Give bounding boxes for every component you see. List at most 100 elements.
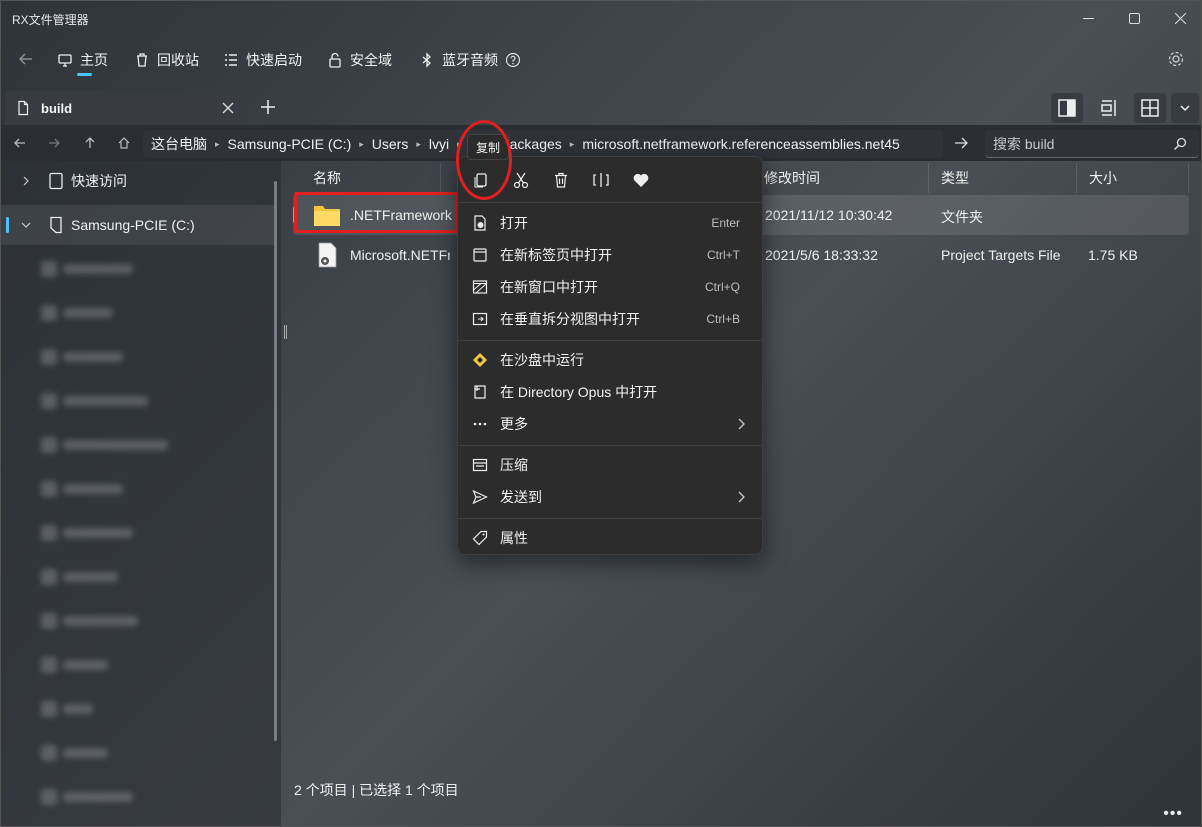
- menu-item-open-split-view[interactable]: 在垂直拆分视图中打开 Ctrl+B: [462, 303, 760, 335]
- details-layout-button[interactable]: [1093, 93, 1125, 123]
- menu-item-send-to[interactable]: 发送到: [462, 481, 760, 513]
- forward-arrow-icon: [49, 138, 60, 148]
- toolbar-item-label: 安全域: [350, 52, 392, 68]
- menu-item-open[interactable]: 打开 Enter: [462, 207, 760, 239]
- maximize-icon: [1128, 12, 1140, 24]
- delete-icon: [555, 172, 567, 188]
- blurred-folder-item[interactable]: [41, 655, 171, 675]
- home-icon: [118, 137, 130, 149]
- rename-button[interactable]: [586, 167, 616, 193]
- file-type: 文件夹: [941, 209, 983, 225]
- favorite-button[interactable]: [626, 167, 656, 193]
- breadcrumb-item[interactable]: 这台电脑: [151, 134, 207, 154]
- toolbar-recycle-bin-button[interactable]: 回收站: [134, 48, 199, 72]
- search-input[interactable]: [993, 136, 1163, 152]
- layout-options-dropdown[interactable]: [1171, 93, 1199, 123]
- tab-build[interactable]: build: [5, 91, 245, 125]
- menu-item-more[interactable]: 更多: [462, 408, 760, 440]
- blurred-folder-item[interactable]: [41, 567, 171, 587]
- toolbar-quick-launch-button[interactable]: 快速启动: [223, 48, 302, 72]
- blurred-folder-item[interactable]: [41, 611, 171, 631]
- nav-forward-button[interactable]: [41, 129, 67, 157]
- blurred-folder-item[interactable]: [41, 259, 171, 279]
- toolbar-bluetooth-audio-button[interactable]: 蓝牙音频: [419, 48, 521, 72]
- compress-icon: [472, 458, 488, 472]
- menu-item-open-new-tab[interactable]: 在新标签页中打开 Ctrl+T: [462, 239, 760, 271]
- breadcrumb-item[interactable]: microsoft.netframework.referenceassembli…: [582, 136, 899, 152]
- menu-item-label: 在新标签页中打开: [500, 247, 612, 263]
- breadcrumb-separator-icon[interactable]: ▸: [570, 139, 575, 150]
- send-to-icon: [472, 489, 488, 505]
- blurred-folder-item[interactable]: [41, 303, 171, 323]
- blurred-folder-item[interactable]: [41, 479, 171, 499]
- menu-item-shortcut: Ctrl+B: [706, 312, 740, 326]
- chevron-down-icon[interactable]: [21, 220, 31, 230]
- grid-layout-button[interactable]: [1134, 93, 1166, 123]
- blurred-folder-item[interactable]: [41, 699, 171, 719]
- pane-splitter-handle[interactable]: [284, 325, 287, 339]
- sidebar-item-samsung-pcie[interactable]: Samsung-PCIE (C:): [1, 205, 277, 245]
- minimize-icon: [1082, 17, 1094, 19]
- main-toolbar: 主页 回收站 快速启动 安全域 蓝牙音频: [1, 43, 1201, 76]
- column-header-size[interactable]: 大小: [1079, 163, 1189, 193]
- drive-icon: [50, 216, 62, 234]
- secure-area-icon: [329, 52, 341, 68]
- add-tab-icon[interactable]: [259, 98, 277, 116]
- chevron-right-icon[interactable]: [21, 176, 31, 186]
- search-icon[interactable]: [1173, 137, 1187, 151]
- go-arrow-icon[interactable]: [953, 135, 969, 151]
- context-menu: 打开 Enter 在新标签页中打开 Ctrl+T 在新窗口中打开 Ctrl+Q …: [457, 156, 763, 555]
- breadcrumb-item[interactable]: Users: [372, 136, 409, 152]
- close-window-button[interactable]: [1157, 1, 1201, 35]
- back-arrow-icon[interactable]: [15, 49, 37, 69]
- maximize-button[interactable]: [1111, 1, 1157, 35]
- breadcrumb-item[interactable]: Samsung-PCIE (C:): [228, 136, 352, 152]
- breadcrumb-separator-icon[interactable]: ▸: [416, 139, 421, 150]
- blurred-folder-item[interactable]: [41, 523, 171, 543]
- breadcrumb-item[interactable]: lvyi: [429, 136, 449, 152]
- menu-item-label: 发送到: [500, 489, 542, 505]
- blurred-folder-item[interactable]: [41, 347, 171, 367]
- menu-item-open-directory-opus[interactable]: 在 Directory Opus 中打开: [462, 376, 760, 408]
- help-icon[interactable]: [505, 52, 521, 68]
- toolbar-home-button[interactable]: 主页: [57, 48, 108, 72]
- menu-item-compress[interactable]: 压缩: [462, 449, 760, 481]
- file-type: Project Targets File: [941, 247, 1061, 263]
- settings-gear-icon[interactable]: [1167, 50, 1185, 68]
- back-arrow-icon: [14, 138, 25, 148]
- nav-home-button[interactable]: [111, 129, 137, 157]
- preview-pane-button[interactable]: [1051, 93, 1083, 123]
- document-icon: [18, 100, 29, 116]
- blurred-folder-item[interactable]: [41, 391, 171, 411]
- menu-item-properties[interactable]: 属性: [462, 522, 760, 554]
- breadcrumb-separator-icon[interactable]: ▸: [215, 139, 220, 150]
- heart-icon: [633, 173, 649, 187]
- column-header-modified[interactable]: 修改时间: [754, 163, 929, 193]
- file-size: 1.75 KB: [1088, 247, 1138, 263]
- grid-layout-icon: [1141, 99, 1159, 117]
- delete-button[interactable]: [546, 167, 576, 193]
- column-header-name[interactable]: 名称: [303, 163, 441, 193]
- blurred-folder-item[interactable]: [41, 787, 171, 807]
- sidebar: 快速访问 Samsung-PCIE (C:): [1, 161, 281, 826]
- nav-back-button[interactable]: [7, 129, 33, 157]
- minimize-button[interactable]: [1065, 1, 1111, 35]
- sidebar-scrollbar[interactable]: [274, 181, 277, 741]
- file-modified: 2021/11/12 10:30:42: [765, 207, 893, 223]
- toolbar-secure-area-button[interactable]: 安全域: [327, 48, 392, 72]
- menu-item-run-sandbox[interactable]: 在沙盘中运行: [462, 344, 760, 376]
- active-indicator: [77, 73, 92, 76]
- sidebar-item-label: Samsung-PCIE (C:): [71, 217, 195, 233]
- breadcrumb-separator-icon[interactable]: ▸: [359, 139, 364, 150]
- menu-separator: [458, 340, 762, 341]
- more-options-icon[interactable]: •••: [1163, 805, 1183, 823]
- sidebar-item-quick-access[interactable]: 快速访问: [1, 161, 277, 201]
- blurred-folder-item[interactable]: [41, 743, 171, 763]
- tab-close-icon[interactable]: [221, 101, 235, 115]
- menu-item-open-new-window[interactable]: 在新窗口中打开 Ctrl+Q: [462, 271, 760, 303]
- blurred-folder-item[interactable]: [41, 435, 171, 455]
- new-tab-icon: [473, 248, 487, 262]
- nav-up-button[interactable]: [77, 129, 103, 157]
- menu-item-label: 在 Directory Opus 中打开: [500, 384, 658, 400]
- column-header-type[interactable]: 类型: [931, 163, 1077, 193]
